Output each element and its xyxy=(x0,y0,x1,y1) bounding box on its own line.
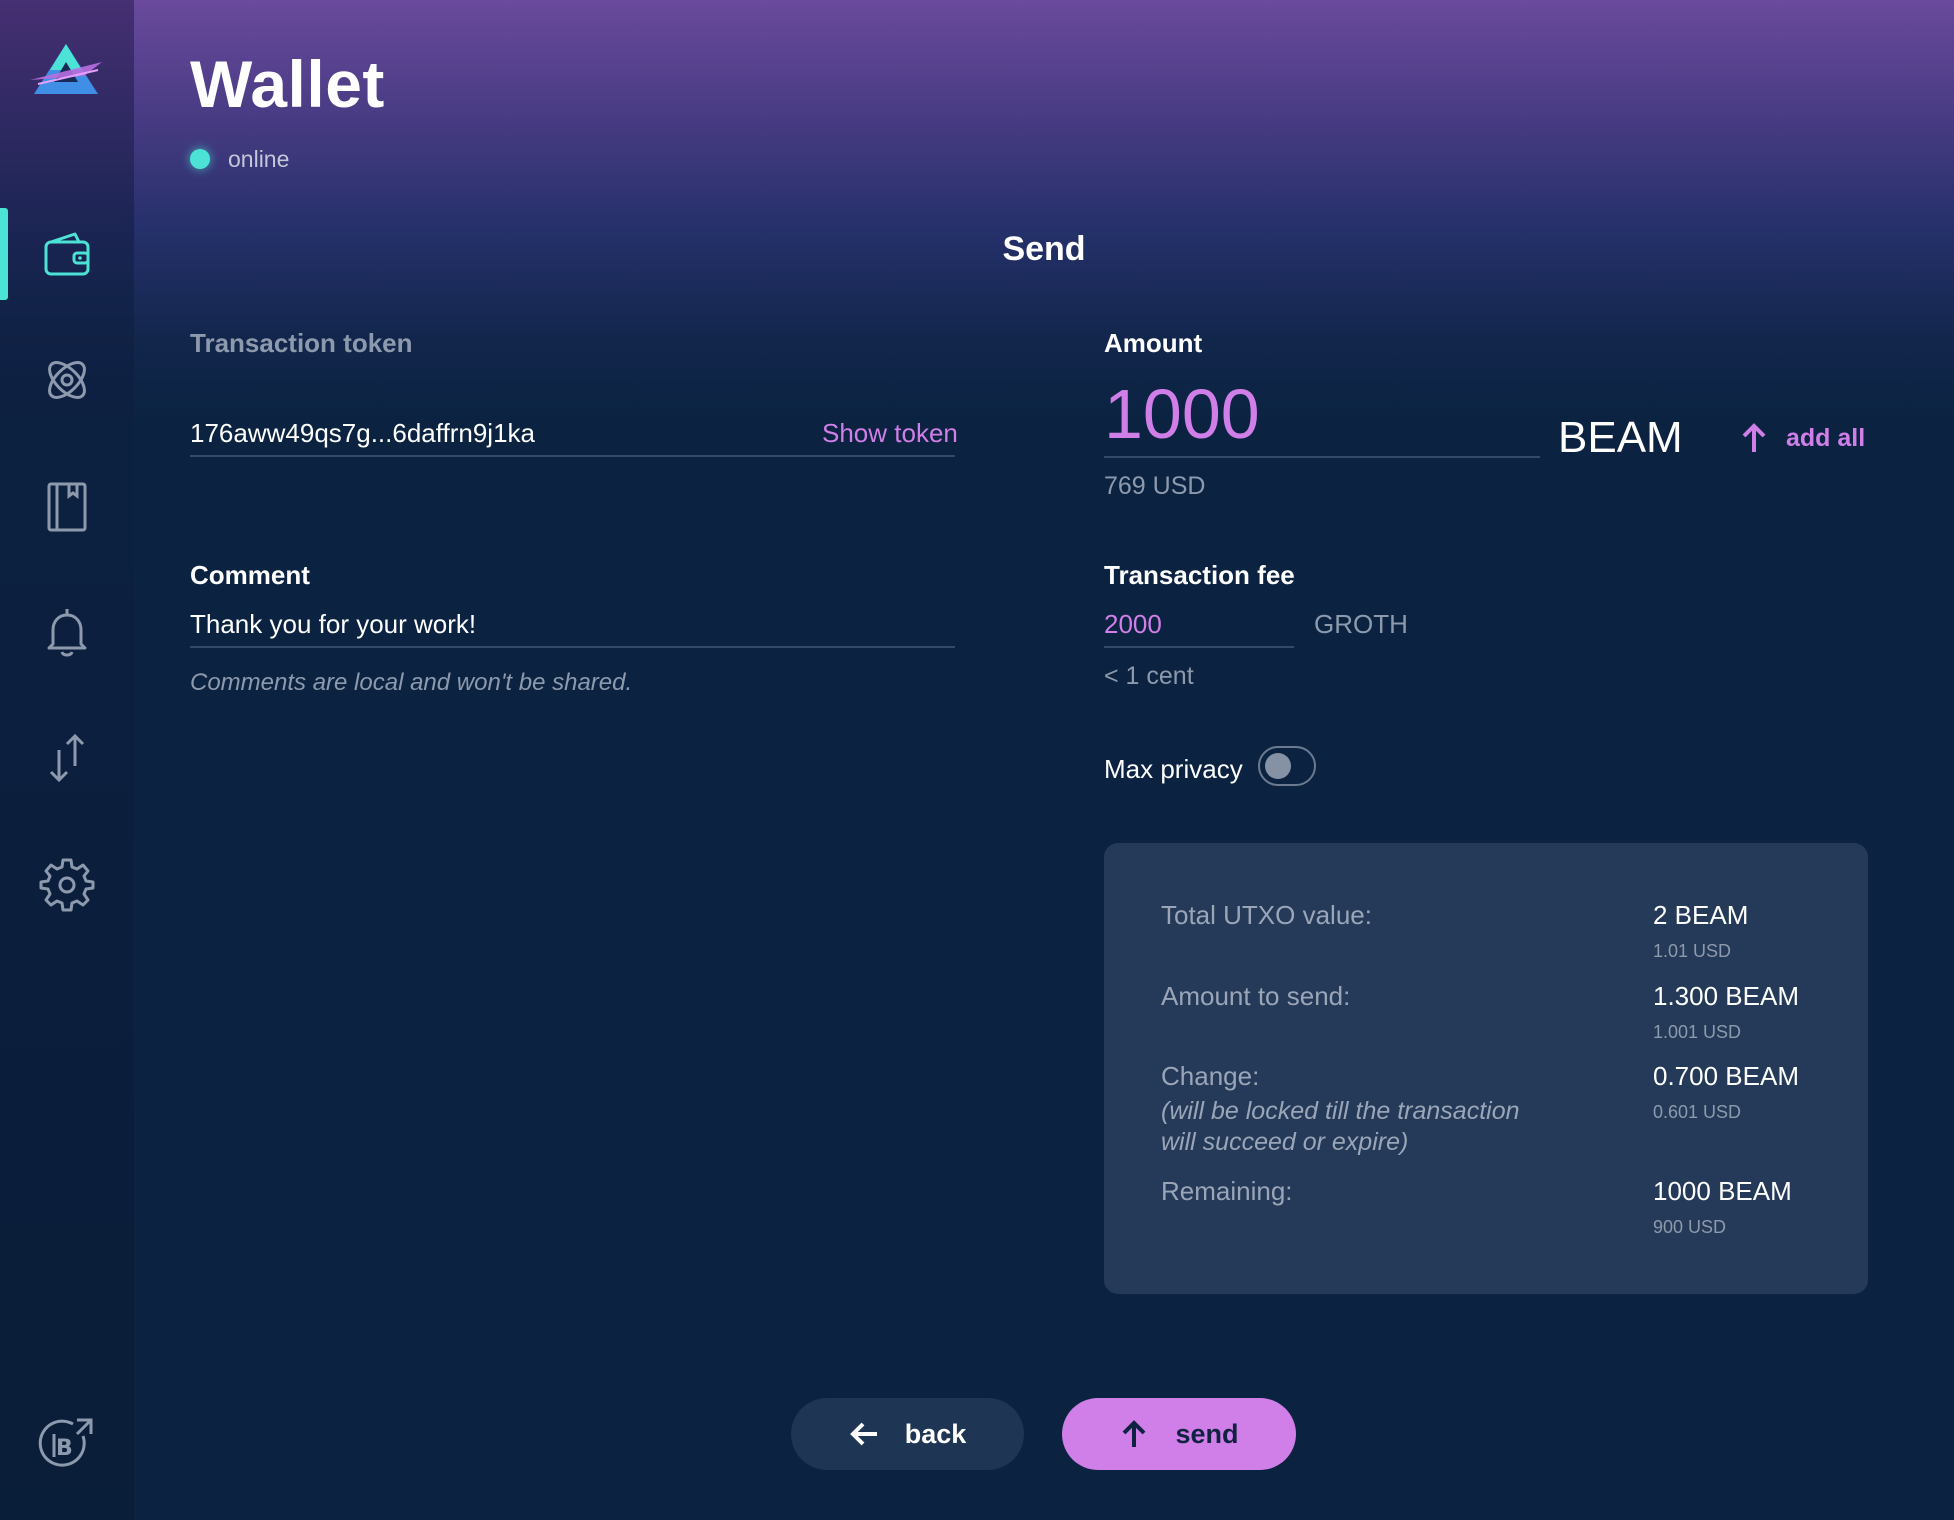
bell-icon xyxy=(47,609,87,657)
total-utxo-label: Total UTXO value: xyxy=(1161,900,1372,930)
comment-input[interactable]: Thank you for your work! xyxy=(190,609,476,640)
change-label: Change: xyxy=(1161,1061,1260,1091)
remaining-usd: 900 USD xyxy=(1653,1217,1727,1237)
amount-to-send-value: 1.300 BEAM xyxy=(1653,981,1799,1011)
arrow-up-icon xyxy=(1742,423,1766,452)
summary-panel: Total UTXO value: 2 BEAM 1.01 USD Amount… xyxy=(1104,843,1868,1294)
toggle-knob xyxy=(1265,753,1291,779)
send-button[interactable]: send xyxy=(1062,1398,1296,1470)
remaining-label: Remaining: xyxy=(1161,1176,1293,1206)
max-privacy-label: Max privacy xyxy=(1104,754,1243,784)
address-book-icon xyxy=(47,482,87,532)
fee-unit: GROTH xyxy=(1314,609,1408,639)
beam-logo xyxy=(28,40,104,100)
amount-underline xyxy=(1104,456,1540,458)
nav-beam-external[interactable]: B xyxy=(0,1398,134,1490)
back-button[interactable]: back xyxy=(791,1398,1024,1470)
page-title: Wallet xyxy=(190,47,385,121)
nav-swap[interactable] xyxy=(0,712,134,804)
swap-icon xyxy=(49,733,85,783)
arrow-left-icon xyxy=(849,1422,877,1446)
back-label: back xyxy=(904,1418,967,1449)
gear-icon xyxy=(39,858,95,912)
fee-input[interactable]: 2000 xyxy=(1104,609,1162,640)
show-token-link[interactable]: Show token xyxy=(822,418,958,449)
transaction-token-label: Transaction token xyxy=(190,328,413,358)
comment-hint: Comments are local and won't be shared. xyxy=(190,669,633,696)
total-utxo-value: 2 BEAM xyxy=(1653,900,1749,930)
add-all-label: add all xyxy=(1786,423,1866,452)
fee-usd-estimate: < 1 cent xyxy=(1104,662,1194,690)
comment-label: Comment xyxy=(190,560,310,590)
remaining-value: 1000 BEAM xyxy=(1653,1176,1792,1206)
total-utxo-usd: 1.01 USD xyxy=(1653,941,1732,961)
nav-settings[interactable] xyxy=(0,838,134,930)
online-status-icon xyxy=(190,149,210,169)
transaction-fee-label: Transaction fee xyxy=(1104,560,1295,590)
nav-dapps[interactable] xyxy=(0,334,134,426)
amount-label: Amount xyxy=(1104,328,1203,358)
amount-input[interactable]: 1000 xyxy=(1104,374,1260,454)
nav-notifications[interactable] xyxy=(0,586,134,678)
send-label: send xyxy=(1175,1418,1239,1449)
change-note-line-1: (will be locked till the transaction xyxy=(1161,1097,1520,1125)
max-privacy-toggle[interactable] xyxy=(1258,746,1316,786)
amount-to-send-label: Amount to send: xyxy=(1161,981,1351,1011)
transaction-token-value[interactable]: 176aww49qs7g...6daffrn9j1ka xyxy=(190,418,535,449)
beam-external-link-icon: B xyxy=(38,1418,93,1467)
nav-addresses[interactable] xyxy=(0,460,134,552)
send-heading: Send xyxy=(1002,230,1086,268)
amount-usd: 769 USD xyxy=(1104,472,1206,500)
arrow-up-icon xyxy=(1123,1420,1146,1447)
change-value: 0.700 BEAM xyxy=(1653,1061,1799,1091)
atom-icon xyxy=(48,361,86,399)
comment-underline xyxy=(190,646,955,648)
amount-unit: BEAM xyxy=(1558,413,1683,462)
change-note-line-2: will succeed or expire) xyxy=(1161,1128,1409,1156)
sidebar: B xyxy=(0,0,134,1520)
fee-underline xyxy=(1104,646,1294,648)
svg-text:B: B xyxy=(56,1436,73,1461)
change-usd: 0.601 USD xyxy=(1653,1102,1742,1122)
add-all-button[interactable]: add all xyxy=(1740,418,1865,458)
amount-to-send-usd: 1.001 USD xyxy=(1653,1022,1742,1042)
token-underline xyxy=(190,455,955,457)
status-text: online xyxy=(228,146,290,172)
